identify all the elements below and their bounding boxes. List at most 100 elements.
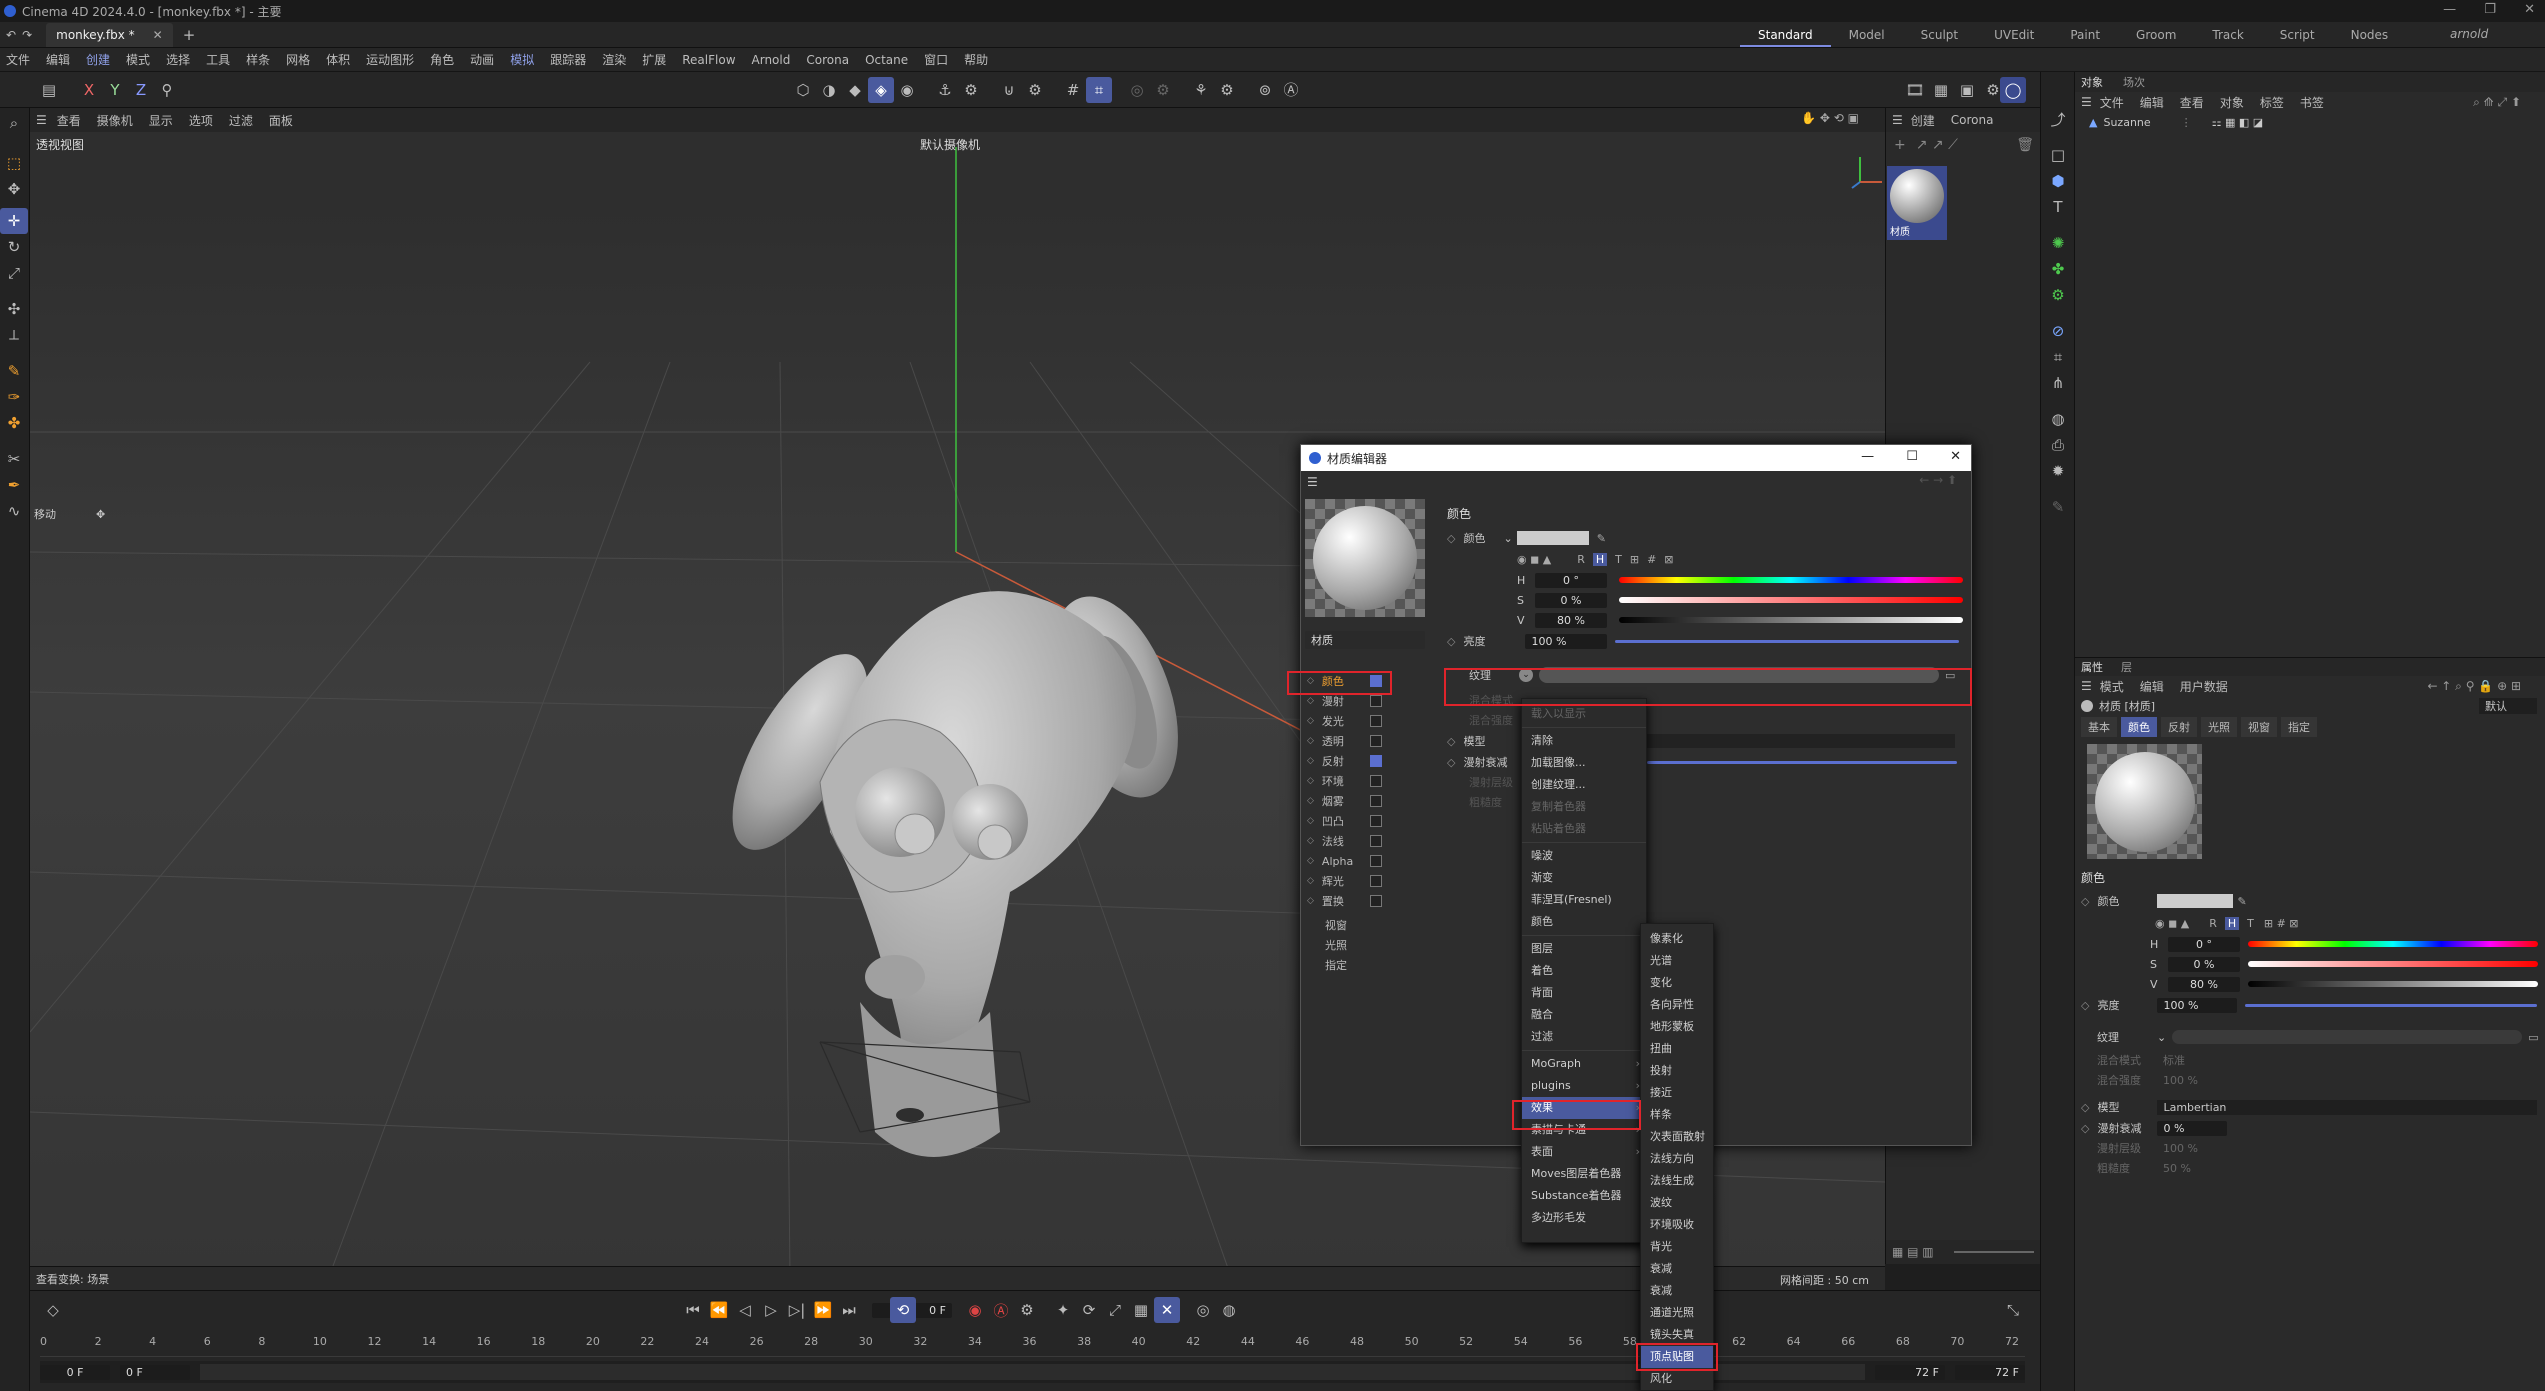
menu-item-14[interactable]: 渲染 — [602, 51, 626, 68]
effects-item-13[interactable]: 环境吸收 — [1641, 1214, 1713, 1236]
effects-item-4[interactable]: 地形蒙板 — [1641, 1016, 1713, 1038]
obj-menu-tags[interactable]: 标签 — [2260, 94, 2284, 111]
brush-tool-icon[interactable]: ✎ — [0, 358, 28, 384]
effects-item-5[interactable]: 扭曲 — [1641, 1038, 1713, 1060]
new-material-icon[interactable]: + — [1894, 137, 1906, 153]
tab-takes[interactable]: 场次 — [2123, 74, 2145, 90]
link-icon[interactable]: ⤴ — [2045, 106, 2071, 132]
editor-nav-icons[interactable]: ← → ⬆ — [1919, 473, 1957, 487]
material-thumbnail[interactable]: 材质 — [1887, 166, 1947, 240]
editor-name-dropdown[interactable] — [1305, 647, 1425, 655]
deformer-icon[interactable]: ⊘ — [2045, 318, 2071, 344]
start-frame-field[interactable]: 0 F — [40, 1364, 110, 1380]
viewport-render-icon[interactable]: ⊚ — [1252, 77, 1278, 103]
vp-menu-display[interactable]: 显示 — [149, 112, 173, 129]
doc-tab[interactable]: monkey.fbx * ✕ — [46, 22, 173, 47]
channel-13[interactable]: 光照 — [1301, 935, 1431, 955]
move-tool-icon[interactable]: ✛ — [0, 208, 28, 234]
menu-item-19[interactable]: Octane — [865, 53, 908, 67]
end-frame-field[interactable]: 72 F — [1955, 1364, 2025, 1380]
channel-checkbox[interactable] — [1369, 675, 1382, 687]
keyframe-icon[interactable]: ◇ — [40, 1297, 66, 1323]
scale-tool-icon[interactable]: ⤢ — [0, 260, 28, 286]
vp-menu-options[interactable]: 选项 — [189, 112, 213, 129]
render-picture-viewer-icon[interactable]: 🎞 — [1902, 77, 1928, 103]
menu-item-4[interactable]: 选择 — [166, 51, 190, 68]
symmetry-icon[interactable]: ⚘ — [1188, 77, 1214, 103]
context-item-13[interactable]: 图层 — [1522, 938, 1646, 960]
editor-hue-slider[interactable] — [1619, 577, 1963, 583]
magnet-settings-icon[interactable]: ⚙ — [1022, 77, 1048, 103]
maximize-icon[interactable]: ❐ — [2484, 2, 2496, 17]
context-item-19[interactable]: MoGraph › — [1522, 1053, 1646, 1075]
attr-mix-mode-value[interactable]: 标准 — [2163, 1052, 2185, 1068]
polygon-mode-icon[interactable]: ◆ — [842, 77, 868, 103]
context-item-25[interactable]: Substance着色器 — [1522, 1185, 1646, 1207]
cube-outline-icon[interactable]: □ — [2045, 142, 2071, 168]
render-view-icon[interactable]: ◎ — [1124, 77, 1150, 103]
timeline-expand-icon[interactable]: ⤡ — [2000, 1297, 2026, 1323]
axis-y-toggle[interactable]: Y — [102, 77, 128, 103]
context-item-21[interactable]: 效果 › — [1522, 1097, 1646, 1119]
render-region-icon[interactable]: ▦ — [1928, 77, 1954, 103]
context-item-20[interactable]: plugins › — [1522, 1075, 1646, 1097]
deform-tool-icon[interactable]: ✤ — [0, 410, 28, 436]
editor-eyedropper-icon[interactable]: ✎ — [1597, 532, 1606, 545]
prev-key-icon[interactable]: ⏪ — [706, 1297, 732, 1323]
edge-mode-icon[interactable]: ◑ — [816, 77, 842, 103]
pen-icon[interactable]: ✎ — [2045, 494, 2071, 520]
search-icon[interactable]: ⌕ — [0, 110, 28, 136]
attr-menu-mode[interactable]: 模式 — [2100, 678, 2124, 695]
editor-maximize-icon[interactable]: ☐ — [1906, 449, 1918, 464]
attr-v-field[interactable]: 80 % — [2168, 976, 2240, 992]
menu-item-7[interactable]: 网格 — [286, 51, 310, 68]
menu-item-8[interactable]: 体积 — [326, 51, 350, 68]
model-mode-icon[interactable]: ◈ — [868, 76, 894, 103]
channel-checkbox[interactable] — [1369, 835, 1382, 847]
effects-item-1[interactable]: 光谱 — [1641, 950, 1713, 972]
symmetry-settings-icon[interactable]: ⚙ — [1214, 77, 1240, 103]
field-icon[interactable]: ⌗ — [2045, 344, 2071, 370]
channel-checkbox[interactable] — [1369, 775, 1382, 787]
editor-s-field[interactable]: 0 % — [1535, 592, 1607, 608]
render-to-viewer-icon[interactable]: ▣ — [1954, 77, 1980, 103]
context-item-16[interactable]: 融合 — [1522, 1004, 1646, 1026]
obj-menu-file[interactable]: 文件 — [2100, 94, 2124, 111]
attr-menu-edit[interactable]: 编辑 — [2140, 678, 2164, 695]
menu-item-0[interactable]: 文件 — [6, 51, 30, 68]
context-item-2[interactable]: 清除 — [1522, 730, 1646, 752]
channel-1[interactable]: ◇ 漫射 — [1301, 691, 1431, 711]
snap-settings-icon[interactable]: ⚙ — [958, 77, 984, 103]
menu-item-2[interactable]: 创建 — [86, 51, 110, 68]
channel-checkbox[interactable] — [1369, 715, 1382, 727]
channel-3[interactable]: ◇ 透明 — [1301, 731, 1431, 751]
effects-item-0[interactable]: 像素化 — [1641, 928, 1713, 950]
arnold-icon[interactable]: Ⓐ — [1278, 77, 1304, 103]
attr-nav-icons[interactable]: ← ↑ ⌕ ⚲ 🔒 ⊕ ⊞ — [2427, 679, 2521, 694]
pen-tool-icon[interactable]: ✒ — [0, 472, 28, 498]
effects-item-12[interactable]: 波纹 — [1641, 1192, 1713, 1214]
channel-7[interactable]: ◇ 凹凸 — [1301, 811, 1431, 831]
channel-14[interactable]: 指定 — [1301, 955, 1431, 975]
text-icon[interactable]: T — [2045, 194, 2071, 220]
channel-checkbox[interactable] — [1369, 735, 1382, 747]
paint-tool-icon[interactable]: ✑ — [0, 384, 28, 410]
channel-12[interactable]: 视窗 — [1301, 915, 1431, 935]
attr-sat-slider[interactable] — [2248, 961, 2538, 967]
redo-icon[interactable]: ↷ — [22, 28, 32, 42]
snap-icon[interactable]: ⚓ — [932, 77, 958, 103]
effects-item-17[interactable]: 通道光照 — [1641, 1302, 1713, 1324]
editor-texture-slot[interactable] — [1539, 667, 1939, 683]
attr-texture-folder-icon[interactable]: ▭ — [2528, 1031, 2538, 1044]
editor-v-field[interactable]: 80 % — [1535, 612, 1607, 628]
thumb-size-slider[interactable] — [1953, 1251, 2034, 1253]
attr-hue-slider[interactable] — [2248, 941, 2538, 947]
trash-icon[interactable]: 🗑 — [2016, 137, 2034, 153]
cube-icon[interactable]: ⬢ — [2045, 168, 2071, 194]
effects-item-20[interactable]: 风化 — [1641, 1368, 1713, 1390]
vp-menu-camera[interactable]: 摄像机 — [97, 112, 133, 129]
menu-item-3[interactable]: 模式 — [126, 51, 150, 68]
editor-preview[interactable] — [1305, 499, 1425, 617]
menu-item-20[interactable]: 窗口 — [924, 51, 948, 68]
point-mode-icon[interactable]: ⬡ — [790, 77, 816, 103]
